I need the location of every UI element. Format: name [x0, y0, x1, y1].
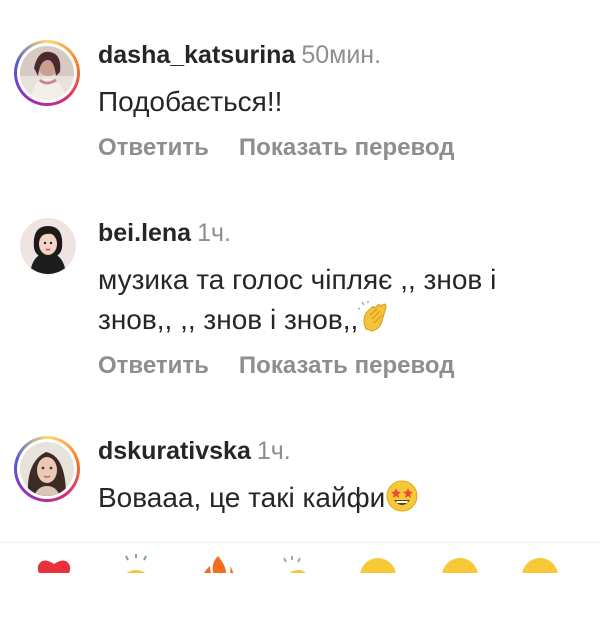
comment-item: dasha_katsurina 50мин. Подобається!! Отве…: [0, 40, 600, 230]
comment-text-content: Подобається!!: [98, 86, 283, 117]
comment-header: dskurativska 1ч.: [98, 436, 291, 466]
avatar[interactable]: [14, 436, 80, 502]
clapping-hands-icon: [357, 300, 392, 346]
divider: [0, 542, 600, 543]
show-translation-button[interactable]: Показать перевод: [239, 134, 455, 161]
comment-text: Вовааа, це такі кайфи: [98, 478, 578, 524]
username[interactable]: bei.lena: [98, 219, 191, 247]
reply-button[interactable]: Ответить: [98, 134, 209, 161]
comment-text-line: музика та голос чіпляє ,, знов і: [98, 264, 497, 295]
avatar-photo-icon: [20, 46, 74, 100]
quick-reactions-bar: [0, 552, 600, 573]
comment-time: 1ч.: [197, 219, 231, 247]
comment-time: 50мин.: [301, 41, 382, 69]
comment-text-content: Вовааа, це такі кайфи: [98, 482, 386, 513]
comment-time: 1ч.: [256, 437, 291, 465]
comment-text: Подобається!!: [98, 82, 578, 122]
username[interactable]: dskurativska: [98, 437, 251, 465]
crying-face-icon[interactable]: [358, 554, 398, 573]
heart-eyes-icon[interactable]: [440, 554, 480, 573]
avatar-photo-icon: [20, 442, 74, 496]
avatar[interactable]: [20, 218, 76, 274]
username[interactable]: dasha_katsurina: [98, 41, 295, 69]
show-translation-button[interactable]: Показать перевод: [239, 352, 455, 379]
comment-header: dasha_katsurina 50мин.: [98, 40, 381, 70]
comment-actions: Ответить Показать перевод: [98, 352, 454, 380]
comment-item: bei.lena 1ч. музика та голос чіпляє ,, зн…: [0, 218, 600, 408]
comment-actions: Ответить Показать перевод: [98, 134, 454, 162]
reply-button[interactable]: Ответить: [98, 352, 209, 379]
avatar-illustration-icon: [20, 218, 76, 274]
star-struck-icon: [385, 479, 419, 524]
red-heart-icon[interactable]: [34, 554, 74, 573]
raising-hands-icon[interactable]: [116, 554, 156, 573]
comment-header: bei.lena 1ч.: [98, 218, 231, 248]
comment-text-content: знов,, ,, знов і знов,,: [98, 304, 359, 335]
fire-icon[interactable]: [198, 554, 238, 573]
comment-text-line-2: знов,, ,, знов і знов,,: [98, 300, 578, 346]
comment-text: музика та голос чіпляє ,, знов і знов,, …: [98, 260, 578, 346]
comment-item: dskurativska 1ч. Вовааа, це такі кайфи: [0, 436, 600, 626]
smiling-face-icon[interactable]: [520, 554, 560, 573]
clapping-hands-icon[interactable]: [278, 554, 318, 573]
avatar[interactable]: [14, 40, 80, 106]
